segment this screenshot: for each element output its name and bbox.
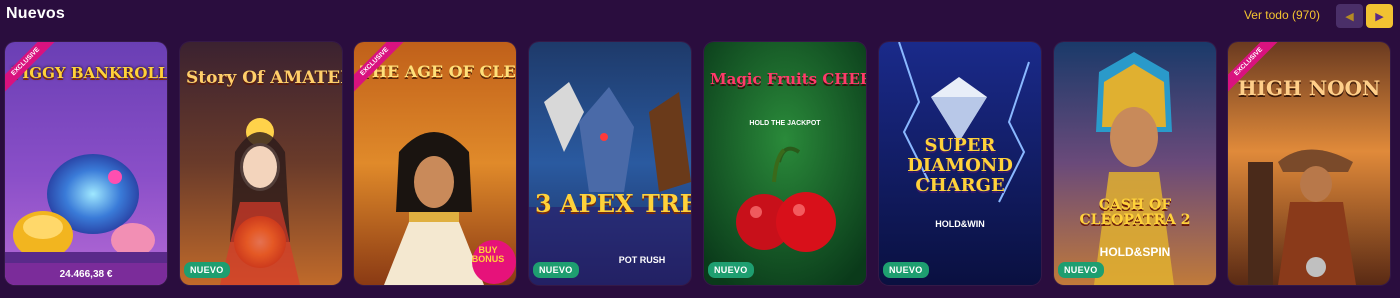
see-all-link[interactable]: Ver todo (970) [1244, 8, 1320, 22]
game-card-super-diamond-charge[interactable]: SUPER DIAMOND CHARGE HOLD&WIN NUEVO [879, 42, 1041, 285]
section-header: Nuevos Ver todo (970) ◀ ▶ [0, 0, 1400, 34]
game-title: CASH OF CLEOPATRA 2 [1079, 197, 1191, 229]
new-badge: NUEVO [883, 262, 929, 278]
new-badge: NUEVO [1058, 262, 1104, 278]
jackpot-amount: 24.466,38 € [5, 263, 167, 285]
pot-rush-label: POT RUSH [618, 255, 666, 265]
buy-bonus-label: BUY BONUS [471, 245, 505, 264]
hold-and-win-label: HOLD&WIN [935, 219, 985, 229]
carousel-prev-button[interactable]: ◀ [1336, 4, 1363, 28]
game-card-magic-fruits-cherries[interactable]: Magic Fruits CHERRIES HOLD THE JACKPOT N… [704, 42, 866, 285]
chevron-left-icon: ◀ [1345, 10, 1354, 23]
game-title: Magic Fruits CHERRIES [710, 70, 866, 88]
game-card-3-apex-treasures[interactable]: 3 APEX TREASURES POT RUSH NUEVO [529, 42, 691, 285]
game-card-piggy-bankroll[interactable]: PIGGY BANKROLL VAULT SMASH EXCLUSIVE 24.… [5, 42, 167, 285]
game-title: Story Of AMATERASU [186, 68, 342, 88]
game-title: SUPER DIAMOND CHARGE [907, 135, 1013, 196]
games-carousel: PIGGY BANKROLL VAULT SMASH EXCLUSIVE 24.… [5, 42, 1400, 285]
new-badge: NUEVO [184, 262, 230, 278]
new-badge: NUEVO [533, 262, 579, 278]
game-card-story-of-amaterasu[interactable]: Story Of AMATERASU NUEVO [180, 42, 342, 285]
game-title: HIGH NOON [1237, 76, 1381, 100]
game-title: THE AGE OF CLEOPATRA [360, 62, 516, 81]
game-artwork [529, 42, 691, 285]
game-title: PIGGY BANKROLL VAULT SMASH [11, 64, 167, 82]
hold-the-jackpot-label: HOLD THE JACKPOT [749, 120, 821, 127]
game-card-cash-of-cleopatra-2[interactable]: CASH OF CLEOPATRA 2 HOLD&SPIN NUEVO [1054, 42, 1216, 285]
game-title: 3 APEX TREASURES [535, 189, 691, 218]
hold-and-spin-label: HOLD&SPIN [1099, 245, 1171, 259]
chevron-right-icon: ▶ [1375, 10, 1384, 23]
section-title: Nuevos [6, 5, 65, 22]
carousel-next-button[interactable]: ▶ [1366, 4, 1393, 28]
game-card-age-of-cleopatra[interactable]: THE AGE OF CLEOPATRA EXCLUSIVE BUY BONUS [354, 42, 516, 285]
game-card-high-noon[interactable]: HIGH NOON EXCLUSIVE [1228, 42, 1390, 285]
new-badge: NUEVO [708, 262, 754, 278]
